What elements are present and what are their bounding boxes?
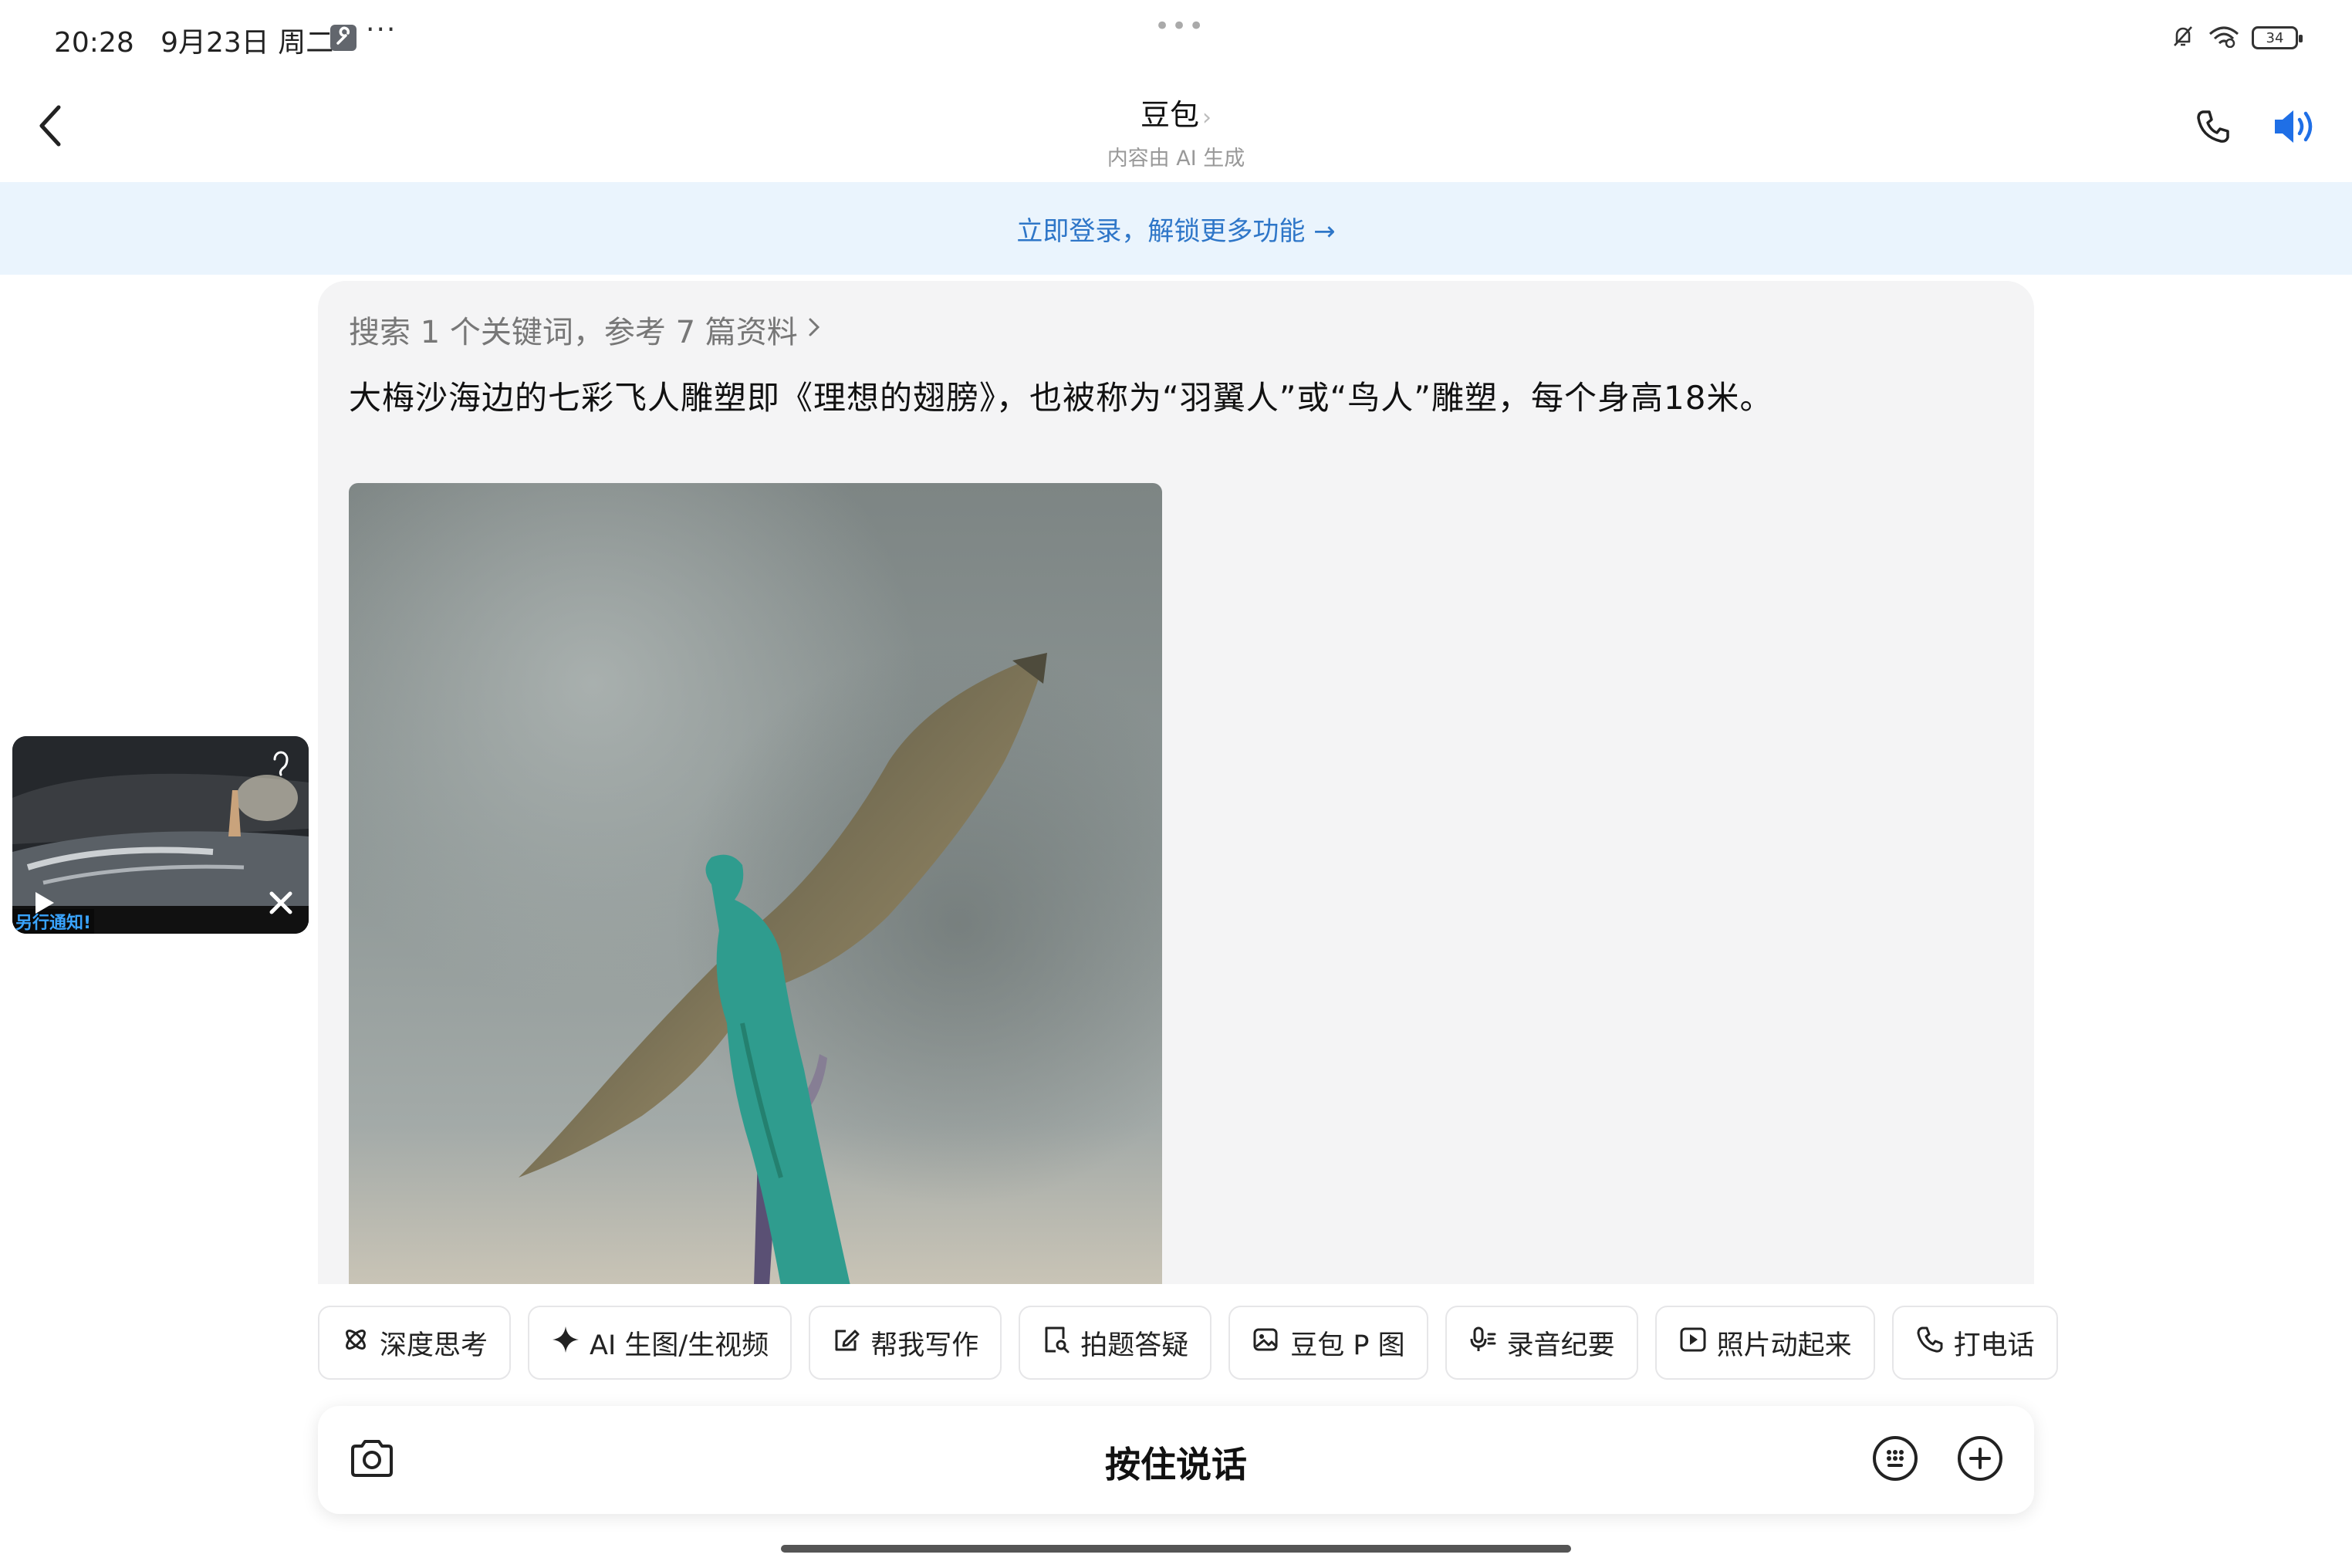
ear-icon[interactable] (267, 747, 295, 778)
chip-deep-think[interactable]: 深度思考 (318, 1306, 512, 1380)
edit-icon (832, 1325, 861, 1361)
speaker-icon (2270, 106, 2317, 150)
chevron-right-icon: › (1202, 104, 1211, 131)
chip-label: 照片动起来 (1716, 1330, 1852, 1361)
login-banner[interactable]: 立即登录，解锁更多功能 → (0, 182, 2352, 275)
search-reference-toggle[interactable]: 搜索 1 个关键词，参考 7 篇资料 (349, 307, 823, 352)
chip-label: 豆包 P 图 (1290, 1330, 1405, 1361)
floating-video-player[interactable]: 另行通知! (12, 736, 309, 934)
sculpture-image[interactable] (349, 483, 1162, 1284)
phone-icon (2194, 107, 2232, 149)
plus-icon (1955, 1434, 2005, 1486)
ai-generated-note: 内容由 AI 生成 (1107, 147, 1245, 171)
chat-title-text: 豆包 (1140, 98, 1199, 132)
chip-label: 录音纪要 (1506, 1330, 1615, 1361)
more-actions-button[interactable] (1954, 1434, 2006, 1486)
chip-label: AI 生图/生视频 (590, 1330, 769, 1361)
voice-playback-toggle[interactable] (2269, 103, 2318, 153)
status-clock: 20:28 (54, 27, 134, 59)
status-bar: 20:28 9月23日 周二 ··· ••• 34 (0, 0, 2352, 77)
assistant-message: 搜索 1 个关键词，参考 7 篇资料 大梅沙海边的七彩飞人雕塑即《理想的翅膀》，… (318, 281, 2034, 1284)
status-time: 20:28 9月23日 周二 (54, 20, 333, 60)
chip-label: 拍题答疑 (1080, 1330, 1189, 1361)
bell-muted-icon (2170, 23, 2196, 52)
chip-help-write[interactable]: 帮我写作 (809, 1306, 1002, 1380)
phone-icon (1915, 1325, 1945, 1361)
chip-label: 打电话 (1953, 1330, 2035, 1361)
composer-bar: 按住说话 (318, 1406, 2034, 1514)
chat-title[interactable]: 豆包 › (983, 91, 1369, 133)
chip-photo-edit[interactable]: 豆包 P 图 (1228, 1306, 1428, 1380)
chip-animate-photo[interactable]: 照片动起来 (1654, 1306, 1875, 1380)
login-banner-link[interactable]: 立即登录，解锁更多功能 → (1016, 210, 1335, 248)
doc-search-icon (1042, 1325, 1071, 1361)
camera-icon (348, 1437, 396, 1483)
atom-icon (341, 1325, 370, 1361)
chip-label: 帮我写作 (870, 1330, 979, 1361)
battery-icon: 34 (2252, 26, 2303, 49)
sculpture-photo (349, 483, 1162, 1284)
emoji-icon (1870, 1434, 1920, 1486)
hold-to-talk-button[interactable]: 按住说话 (945, 1437, 1407, 1488)
battery-level: 34 (2266, 29, 2284, 46)
wrench-icon (330, 25, 357, 51)
image-edit-icon (1252, 1325, 1281, 1361)
chip-photo-solve[interactable]: 拍题答疑 (1019, 1306, 1212, 1380)
status-date: 9月23日 周二 (161, 27, 334, 59)
chat-header: 豆包 › 内容由 AI 生成 (0, 77, 2352, 182)
play-icon[interactable] (29, 889, 57, 917)
mic-icon (1468, 1325, 1498, 1361)
multitask-handle[interactable]: ••• (1154, 11, 1205, 42)
keyboard-button[interactable] (1869, 1434, 1921, 1486)
back-button[interactable] (28, 100, 74, 154)
camera-button[interactable] (346, 1434, 398, 1486)
chip-ai-image-video[interactable]: AI 生图/生视频 (528, 1306, 792, 1380)
answer-text: 大梅沙海边的七彩飞人雕塑即《理想的翅膀》，也被称为“羽翼人”或“鸟人”雕塑，每个… (349, 379, 1773, 417)
chip-make-call[interactable]: 打电话 (1891, 1306, 2058, 1380)
play-square-icon (1678, 1325, 1708, 1361)
chevron-right-icon (806, 312, 823, 347)
search-reference-text: 搜索 1 个关键词，参考 7 篇资料 (349, 315, 798, 350)
wifi-icon (2207, 25, 2241, 51)
home-indicator[interactable] (781, 1545, 1571, 1553)
sparkle-icon (551, 1325, 580, 1361)
back-icon (35, 103, 66, 152)
chip-recording-notes[interactable]: 录音纪要 (1445, 1306, 1638, 1380)
close-icon[interactable] (267, 889, 295, 917)
call-button[interactable] (2188, 103, 2238, 153)
status-indicators: 34 (2170, 23, 2303, 52)
chip-label: 深度思考 (380, 1330, 488, 1361)
chat-title-group[interactable]: 豆包 › 内容由 AI 生成 (983, 91, 1369, 171)
quick-actions: 深度思考 AI 生图/生视频 帮我写作 拍题答疑 豆包 P 图 录音纪要 照片动… (318, 1306, 2058, 1380)
status-more-icon: ··· (366, 14, 397, 46)
